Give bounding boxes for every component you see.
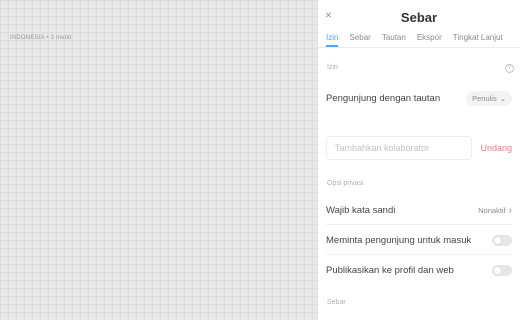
- tab-sebar[interactable]: Sebar: [349, 30, 370, 47]
- password-row[interactable]: Wajib kata sandi Nonaktif ›: [326, 198, 512, 222]
- chevron-right-icon: ›: [508, 204, 512, 216]
- permission-section-header: Izin ?: [318, 64, 520, 74]
- link-visitor-row: Pengunjung dengan tautan Penulis ⌄: [326, 86, 512, 110]
- invite-collaborator: Undang: [326, 136, 512, 160]
- tab-tingkat-lanjut[interactable]: Tingkat Lanjut: [453, 30, 503, 47]
- section-label-izin: Izin: [327, 64, 338, 71]
- help-icon[interactable]: ?: [505, 64, 514, 73]
- divider: [326, 254, 512, 255]
- password-status: Nonaktif ›: [478, 205, 512, 216]
- panel-header: × Sebar: [318, 0, 520, 30]
- canvas-title-label: INDONESIA • 3 menit: [10, 35, 72, 41]
- require-login-row: Meminta pengunjung untuk masuk: [326, 228, 512, 252]
- tab-ekspor[interactable]: Ekspor: [417, 30, 442, 47]
- password-label: Wajib kata sandi: [326, 204, 396, 216]
- toggle-knob: [494, 266, 501, 274]
- invite-button[interactable]: Undang: [480, 143, 512, 153]
- publish-profile-toggle[interactable]: [492, 264, 512, 276]
- share-section-header: Sebar: [318, 299, 346, 306]
- section-label-privacy: Opsi privasi: [327, 180, 364, 187]
- link-visitor-label: Pengunjung dengan tautan: [326, 92, 441, 104]
- tab-bar: Izin Sebar Tautan Ekspor Tingkat Lanjut: [318, 30, 520, 48]
- section-label-sebar: Sebar: [327, 299, 346, 306]
- collaborator-input[interactable]: [326, 136, 473, 160]
- role-value: Penulis: [472, 93, 497, 103]
- share-panel: × Sebar Izin Sebar Tautan Ekspor Tingkat…: [318, 0, 520, 320]
- require-login-toggle[interactable]: [492, 234, 512, 246]
- publish-profile-row: Publikasikan ke profil dan web: [326, 258, 512, 282]
- publish-profile-label: Publikasikan ke profil dan web: [326, 264, 454, 276]
- privacy-section-header: Opsi privasi: [318, 180, 364, 187]
- tab-izin[interactable]: Izin: [326, 30, 339, 47]
- canvas-area[interactable]: INDONESIA • 3 menit: [0, 0, 318, 320]
- require-login-label: Meminta pengunjung untuk masuk: [326, 234, 472, 246]
- chevron-down-icon: ⌄: [499, 93, 506, 103]
- role-dropdown[interactable]: Penulis ⌄: [466, 90, 512, 106]
- password-value: Nonaktif: [478, 205, 506, 215]
- divider: [326, 224, 512, 225]
- toggle-knob: [494, 236, 501, 244]
- tab-tautan[interactable]: Tautan: [382, 30, 406, 47]
- panel-title: Sebar: [400, 10, 438, 25]
